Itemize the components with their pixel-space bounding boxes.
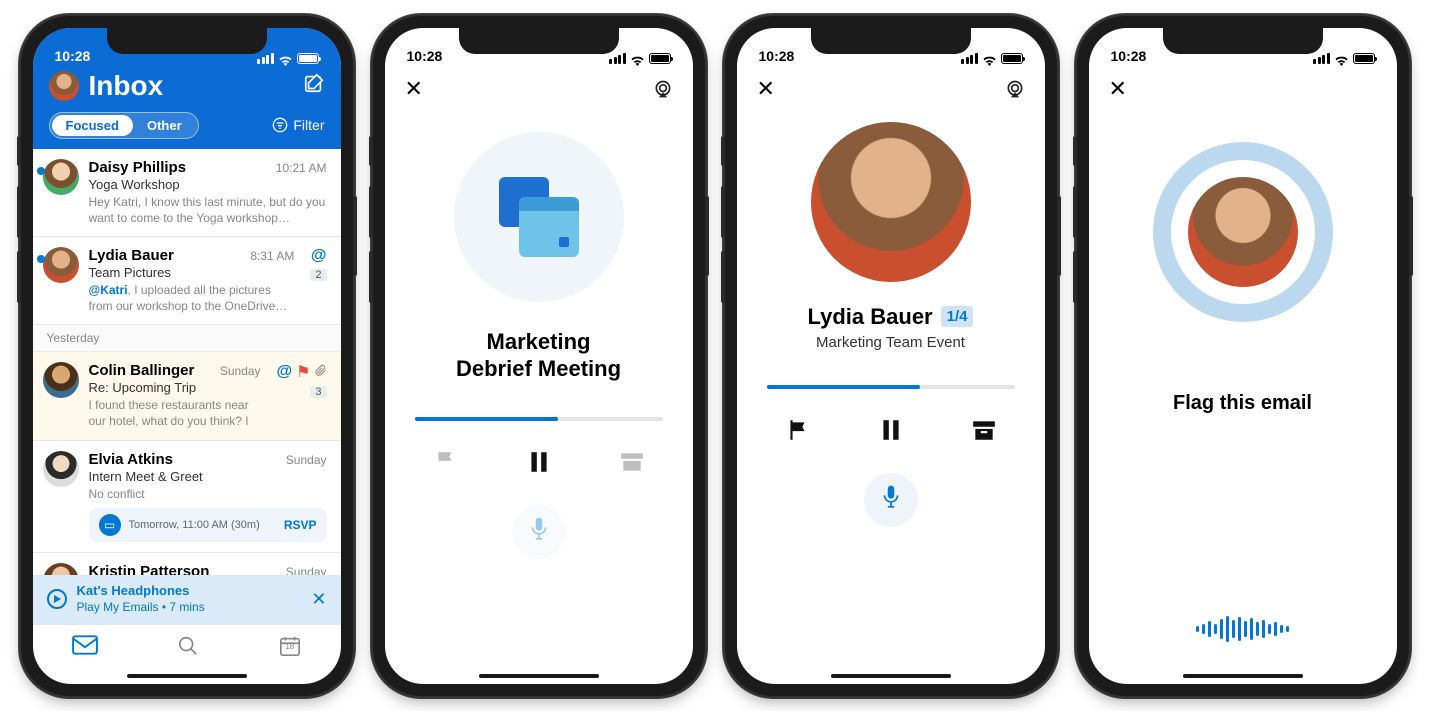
- tab-search[interactable]: [177, 635, 199, 662]
- tab-mail[interactable]: [72, 635, 98, 662]
- close-icon[interactable]: ✕: [311, 589, 326, 610]
- meeting-illustration: [454, 132, 624, 302]
- flag-button[interactable]: [433, 449, 459, 475]
- battery-icon: [1353, 53, 1375, 64]
- sender-avatar: [43, 451, 79, 487]
- phone-voice-command: 10:28 ✕ Flag this email: [1077, 16, 1409, 696]
- wifi-icon: [1334, 53, 1349, 64]
- rsvp-button[interactable]: RSVP: [284, 518, 317, 532]
- close-button[interactable]: ✕: [1109, 76, 1127, 102]
- filter-button[interactable]: Filter: [272, 117, 324, 133]
- email-item[interactable]: Kristin PattersonSunday FW: Volunteers N…: [33, 553, 341, 575]
- mic-button[interactable]: [864, 473, 918, 527]
- close-button[interactable]: ✕: [405, 76, 423, 102]
- battery-icon: [649, 53, 671, 64]
- calendar-icon: [499, 177, 579, 257]
- mic-button[interactable]: [512, 505, 566, 559]
- inbox-header: Inbox Focused Other Filter: [33, 68, 341, 149]
- tab-calendar[interactable]: 18: [279, 635, 301, 662]
- phone-email-player: 10:28 ✕ Lydia Bauer 1/4 Marketing Team E…: [725, 16, 1057, 696]
- playback-progress[interactable]: [767, 385, 1015, 389]
- status-time: 10:28: [1111, 48, 1147, 64]
- attachment-icon: [315, 363, 327, 382]
- status-time: 10:28: [55, 48, 91, 64]
- calendar-icon: ▭: [99, 514, 121, 536]
- thread-count: 2: [310, 269, 326, 281]
- play-icon[interactable]: [47, 589, 67, 609]
- mention-icon: @: [277, 363, 293, 381]
- listening-indicator: [1153, 142, 1333, 322]
- battery-icon: [1001, 53, 1023, 64]
- wifi-icon: [630, 53, 645, 64]
- page-title: Inbox: [89, 70, 293, 102]
- flag-button[interactable]: [785, 417, 811, 443]
- sender-name: Lydia Bauer 1/4: [808, 304, 974, 330]
- playback-progress[interactable]: [415, 417, 663, 421]
- sender-avatar: [43, 159, 79, 195]
- wifi-icon: [278, 53, 293, 64]
- phone-inbox: 10:28 Inbox Focused Other: [21, 16, 353, 696]
- tab-focused[interactable]: Focused: [52, 115, 133, 136]
- mention: @Katri: [89, 283, 128, 297]
- email-list[interactable]: Daisy Phillips10:21 AM Yoga Workshop Hey…: [33, 149, 341, 576]
- airplay-icon[interactable]: [1005, 79, 1025, 99]
- airplay-icon[interactable]: [653, 79, 673, 99]
- status-time: 10:28: [407, 48, 443, 64]
- cellular-icon: [609, 53, 626, 64]
- close-button[interactable]: ✕: [757, 76, 775, 102]
- profile-avatar[interactable]: [49, 71, 79, 101]
- play-emails-banner[interactable]: Kat's Headphones Play My Emails • 7 mins…: [33, 575, 341, 623]
- email-item[interactable]: Daisy Phillips10:21 AM Yoga Workshop Hey…: [33, 149, 341, 237]
- waveform-icon: [1196, 614, 1289, 644]
- sender-avatar: [43, 362, 79, 398]
- meeting-title: MarketingDebrief Meeting: [456, 328, 621, 383]
- unread-dot: [37, 167, 45, 175]
- cellular-icon: [257, 53, 274, 64]
- rsvp-card[interactable]: ▭ Tomorrow, 11:00 AM (30m) RSVP: [89, 508, 327, 542]
- compose-icon[interactable]: [303, 72, 325, 99]
- archive-button[interactable]: [619, 449, 645, 475]
- phone-meeting-player: 10:28 ✕ MarketingDebrief Meeting: [373, 16, 705, 696]
- position-chip: 1/4: [941, 306, 974, 327]
- unread-dot: [37, 255, 45, 263]
- flag-icon: ⚑: [296, 362, 310, 382]
- email-subject: Marketing Team Event: [816, 334, 965, 351]
- sender-avatar: [1188, 177, 1298, 287]
- thread-count: 3: [310, 386, 326, 398]
- mention-icon: @: [311, 247, 327, 265]
- wifi-icon: [982, 53, 997, 64]
- cellular-icon: [961, 53, 978, 64]
- archive-button[interactable]: [971, 417, 997, 443]
- status-time: 10:28: [759, 48, 795, 64]
- focused-other-toggle[interactable]: Focused Other: [49, 112, 199, 139]
- email-item[interactable]: Lydia Bauer8:31 AM Team Pictures @Katri,…: [33, 237, 341, 325]
- email-item[interactable]: Elvia AtkinsSunday Intern Meet & Greet N…: [33, 441, 341, 553]
- sender-avatar: [43, 563, 79, 575]
- battery-icon: [297, 53, 319, 64]
- tab-other[interactable]: Other: [133, 115, 196, 136]
- date-separator: Yesterday: [33, 325, 341, 352]
- sender-avatar: [43, 247, 79, 283]
- cellular-icon: [1313, 53, 1330, 64]
- sender-avatar-large: [811, 122, 971, 282]
- email-item[interactable]: Colin BallingerSunday Re: Upcoming Trip …: [33, 352, 341, 440]
- voice-command-text: Flag this email: [1173, 392, 1312, 415]
- pause-button[interactable]: [526, 449, 552, 475]
- pause-button[interactable]: [878, 417, 904, 443]
